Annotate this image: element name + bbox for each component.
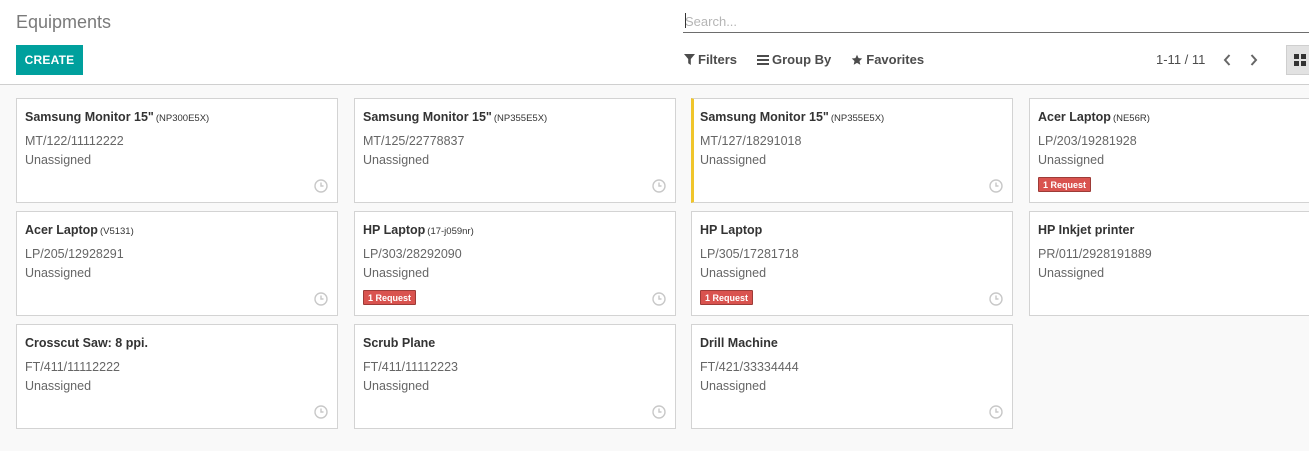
equipment-serial: MT/122/11112222 bbox=[25, 134, 124, 148]
search-bar bbox=[683, 10, 1309, 33]
control-panel: Equipments CREATE Filters Group By Favor… bbox=[0, 0, 1309, 85]
equipment-title: Samsung Monitor 15" (NP355E5X) bbox=[363, 110, 547, 124]
list-icon bbox=[757, 54, 770, 65]
equipment-card[interactable]: HP Laptop LP/305/17281718 Unassigned 1 R… bbox=[691, 211, 1013, 316]
kanban-icon bbox=[1294, 54, 1306, 66]
equipment-name: HP Laptop bbox=[700, 223, 763, 237]
star-icon bbox=[852, 54, 863, 65]
favorites-label: Favorites bbox=[866, 52, 925, 67]
equipment-name: HP Laptop bbox=[363, 223, 426, 237]
clock-icon[interactable] bbox=[652, 292, 666, 306]
equipment-serial: LP/303/28292090 bbox=[363, 247, 462, 261]
equipment-model: (V5131) bbox=[99, 226, 134, 237]
equipment-serial: LP/205/12928291 bbox=[25, 247, 124, 261]
equipment-card[interactable]: Samsung Monitor 15" (NP355E5X) MT/127/182… bbox=[691, 98, 1013, 203]
equipment-title: HP Laptop bbox=[700, 223, 762, 237]
equipment-card[interactable]: Acer Laptop (V5131) LP/205/12928291 Unass… bbox=[16, 211, 338, 316]
equipment-name: Crosscut Saw: 8 ppi. bbox=[25, 336, 148, 350]
equipment-title: HP Laptop (17-j059nr) bbox=[363, 223, 474, 237]
equipment-card[interactable]: Samsung Monitor 15" (NP300E5X) MT/122/111… bbox=[16, 98, 338, 203]
pager-previous-button[interactable] bbox=[1219, 50, 1235, 70]
equipment-title: Acer Laptop (V5131) bbox=[25, 223, 134, 237]
equipment-assignee: Unassigned bbox=[363, 266, 430, 280]
equipment-assignee: Unassigned bbox=[1038, 153, 1105, 167]
equipment-name: Samsung Monitor 15" bbox=[25, 110, 154, 124]
equipment-serial: FT/421/33334444 bbox=[700, 360, 799, 374]
equipment-title: Drill Machine bbox=[700, 336, 778, 350]
equipment-assignee: Unassigned bbox=[700, 266, 767, 280]
equipment-title: Acer Laptop (NE56R) bbox=[1038, 110, 1150, 124]
clock-icon[interactable] bbox=[989, 405, 1003, 419]
search-input[interactable] bbox=[683, 10, 1309, 32]
equipment-assignee: Unassigned bbox=[363, 153, 430, 167]
clock-icon[interactable] bbox=[652, 405, 666, 419]
clock-icon[interactable] bbox=[314, 292, 328, 306]
equipment-model: (17-j059nr) bbox=[427, 226, 474, 237]
equipment-name: Drill Machine bbox=[700, 336, 778, 350]
equipment-card[interactable]: HP Laptop (17-j059nr) LP/303/28292090 Una… bbox=[354, 211, 676, 316]
equipment-serial: LP/203/19281928 bbox=[1038, 134, 1137, 148]
equipment-assignee: Unassigned bbox=[363, 379, 430, 393]
equipment-card[interactable]: HP Inkjet printer PR/011/2928191889 Unas… bbox=[1029, 211, 1309, 316]
group-by-label: Group By bbox=[772, 52, 832, 67]
equipment-name: Scrub Plane bbox=[363, 336, 436, 350]
equipment-serial: FT/411/11112222 bbox=[25, 360, 120, 374]
clock-icon[interactable] bbox=[989, 292, 1003, 306]
equipment-card[interactable]: Drill Machine FT/421/33334444 Unassigned bbox=[691, 324, 1013, 429]
pager-value[interactable]: 1-11 / 11 bbox=[1156, 52, 1205, 67]
equipment-title: Scrub Plane bbox=[363, 336, 435, 350]
equipment-name: Samsung Monitor 15" bbox=[700, 110, 829, 124]
equipment-model: (NP355E5X) bbox=[830, 113, 885, 124]
filter-icon bbox=[684, 54, 695, 65]
equipment-card[interactable]: Acer Laptop (NE56R) LP/203/19281928 Unass… bbox=[1029, 98, 1309, 203]
request-badge: 1 Request bbox=[1038, 177, 1092, 192]
equipment-assignee: Unassigned bbox=[700, 153, 767, 167]
favorites-button[interactable]: Favorites bbox=[851, 52, 924, 67]
kanban-view-button[interactable] bbox=[1286, 45, 1309, 75]
equipment-title: HP Inkjet printer bbox=[1038, 223, 1134, 237]
search-options: Filters Group By Favorites bbox=[684, 52, 924, 67]
breadcrumb[interactable]: Equipments bbox=[16, 12, 111, 33]
pager-next-button[interactable] bbox=[1246, 50, 1262, 70]
equipment-name: Samsung Monitor 15" bbox=[363, 110, 492, 124]
equipment-serial: FT/411/11112223 bbox=[363, 360, 458, 374]
equipment-assignee: Unassigned bbox=[1038, 266, 1105, 280]
chevron-left-icon bbox=[1223, 54, 1231, 66]
equipment-assignee: Unassigned bbox=[25, 266, 92, 280]
create-button[interactable]: CREATE bbox=[16, 45, 83, 75]
clock-icon[interactable] bbox=[314, 405, 328, 419]
group-by-button[interactable]: Group By bbox=[757, 52, 831, 67]
equipment-card[interactable]: Scrub Plane FT/411/11112223 Unassigned bbox=[354, 324, 676, 429]
equipment-model: (NP300E5X) bbox=[155, 113, 210, 124]
equipment-title: Samsung Monitor 15" (NP300E5X) bbox=[25, 110, 209, 124]
equipment-model: (NE56R) bbox=[1112, 113, 1150, 124]
equipment-serial: MT/125/22778837 bbox=[363, 134, 465, 148]
clock-icon[interactable] bbox=[652, 179, 666, 193]
equipment-name: Acer Laptop bbox=[1038, 110, 1111, 124]
equipment-model: (NP355E5X) bbox=[493, 113, 548, 124]
filters-label: Filters bbox=[698, 52, 738, 67]
equipment-title: Samsung Monitor 15" (NP355E5X) bbox=[700, 110, 884, 124]
equipment-assignee: Unassigned bbox=[700, 379, 767, 393]
request-badge: 1 Request bbox=[700, 290, 754, 305]
equipment-serial: PR/011/2928191889 bbox=[1038, 247, 1152, 261]
clock-icon[interactable] bbox=[314, 179, 328, 193]
equipment-title: Crosscut Saw: 8 ppi. bbox=[25, 336, 148, 350]
equipment-serial: MT/127/18291018 bbox=[700, 134, 802, 148]
equipment-name: Acer Laptop bbox=[25, 223, 98, 237]
equipment-assignee: Unassigned bbox=[25, 379, 92, 393]
equipment-name: HP Inkjet printer bbox=[1038, 223, 1135, 237]
request-badge: 1 Request bbox=[363, 290, 417, 305]
text-cursor bbox=[685, 13, 686, 28]
equipment-serial: LP/305/17281718 bbox=[700, 247, 799, 261]
equipment-card[interactable]: Samsung Monitor 15" (NP355E5X) MT/125/227… bbox=[354, 98, 676, 203]
equipment-card[interactable]: Crosscut Saw: 8 ppi. FT/411/11112222 Una… bbox=[16, 324, 338, 429]
clock-icon[interactable] bbox=[989, 179, 1003, 193]
filters-button[interactable]: Filters bbox=[684, 52, 737, 67]
equipment-assignee: Unassigned bbox=[25, 153, 92, 167]
chevron-right-icon bbox=[1250, 54, 1258, 66]
